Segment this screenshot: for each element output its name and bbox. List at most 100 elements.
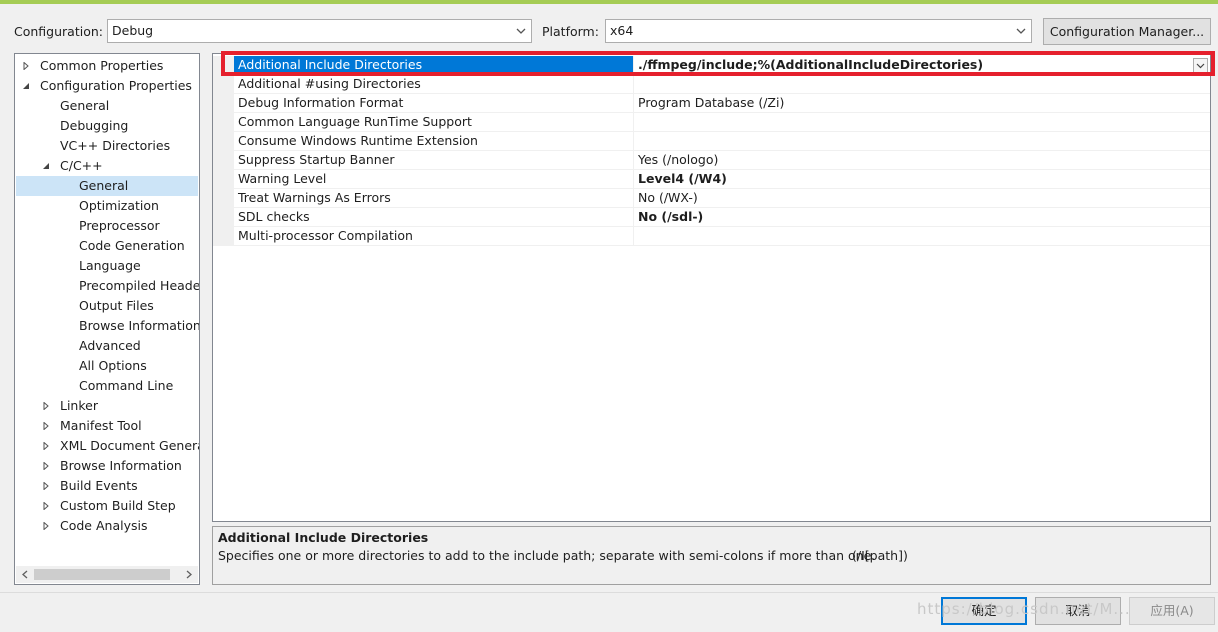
tree-item[interactable]: Debugging — [16, 116, 198, 136]
tree-item-label: XML Document Generat — [60, 438, 200, 453]
scroll-right-icon[interactable] — [185, 570, 193, 579]
tree-item[interactable]: VC++ Directories — [16, 136, 198, 156]
tree-item-label: Language — [79, 258, 141, 273]
expand-triangle-icon[interactable] — [42, 522, 50, 530]
tree-item-label: Browse Information — [60, 458, 182, 473]
tree-item-label: VC++ Directories — [60, 138, 171, 153]
property-row[interactable]: Common Language RunTime Support — [213, 113, 1210, 132]
expand-triangle-icon[interactable] — [22, 62, 30, 70]
property-row[interactable]: Debug Information Format Program Database… — [213, 94, 1210, 113]
tree-item-label: General — [60, 98, 110, 113]
property-value[interactable]: Yes (/nologo) — [638, 151, 1198, 170]
property-row[interactable]: Additional #using Directories — [213, 75, 1210, 94]
tree-item[interactable]: General — [16, 176, 198, 196]
tree-item[interactable]: Advanced — [16, 336, 198, 356]
tree-horizontal-scrollbar[interactable] — [16, 566, 198, 583]
expand-triangle-icon[interactable] — [42, 402, 50, 410]
value-dropdown-button[interactable] — [1193, 58, 1208, 73]
configuration-combo[interactable]: Debug — [107, 19, 532, 43]
platform-value: x64 — [610, 23, 634, 38]
property-value[interactable]: Level4 (/W4) — [638, 170, 1198, 189]
row-gutter — [213, 75, 234, 94]
column-separator — [633, 113, 634, 132]
tree-item[interactable]: General — [16, 96, 198, 116]
column-separator — [633, 75, 634, 94]
row-gutter — [213, 189, 234, 208]
tree-item[interactable]: Custom Build Step — [16, 496, 198, 516]
tree-item[interactable]: Preprocessor — [16, 216, 198, 236]
tree-item[interactable]: All Options — [16, 356, 198, 376]
expand-triangle-icon[interactable] — [42, 462, 50, 470]
tree-item[interactable]: Configuration Properties — [16, 76, 198, 96]
row-gutter — [213, 56, 234, 75]
tree-item[interactable]: Linker — [16, 396, 198, 416]
tree-item[interactable]: Browse Information — [16, 316, 199, 336]
property-row[interactable]: Warning Level Level4 (/W4) — [213, 170, 1210, 189]
tree-item-label: Advanced — [79, 338, 141, 353]
watermark-text: https://blog.csdn.net/M... — [917, 600, 1131, 618]
row-gutter — [213, 227, 234, 246]
footer-divider — [0, 592, 1218, 593]
property-value[interactable]: Program Database (/Zi) — [638, 94, 1198, 113]
collapse-triangle-icon[interactable] — [42, 162, 50, 170]
row-gutter — [213, 208, 234, 227]
tree-item-label: Code Analysis — [60, 518, 148, 533]
property-row[interactable]: Multi-processor Compilation — [213, 227, 1210, 246]
property-value[interactable]: No (/sdl-) — [638, 208, 1198, 227]
apply-button[interactable]: 应用(A) — [1129, 597, 1215, 625]
property-name: Common Language RunTime Support — [238, 114, 472, 129]
tree-item[interactable]: XML Document Generat — [16, 436, 200, 456]
chevron-down-icon — [1196, 63, 1205, 69]
property-grid[interactable]: Additional Include Directories ./ffmpeg/i… — [212, 53, 1211, 522]
property-tree[interactable]: Common Properties Configuration Propertie… — [14, 53, 200, 585]
tree-item[interactable]: Command Line — [16, 376, 198, 396]
column-separator — [633, 56, 634, 75]
tree-item[interactable]: C/C++ — [16, 156, 198, 176]
tree-item[interactable]: Precompiled Header — [16, 276, 199, 296]
property-value[interactable] — [638, 113, 1198, 132]
scroll-left-icon[interactable] — [21, 570, 29, 579]
tree-item-label: Preprocessor — [79, 218, 160, 233]
property-value[interactable] — [638, 227, 1198, 246]
tree-item-label: Custom Build Step — [60, 498, 176, 513]
tree-item-label: All Options — [79, 358, 147, 373]
property-value[interactable]: No (/WX-) — [638, 189, 1198, 208]
row-gutter — [213, 170, 234, 189]
tree-item[interactable]: Build Events — [16, 476, 198, 496]
collapse-triangle-icon[interactable] — [22, 82, 30, 90]
property-row[interactable]: Suppress Startup Banner Yes (/nologo) — [213, 151, 1210, 170]
tree-item[interactable]: Code Analysis — [16, 516, 198, 536]
property-name: Additional Include Directories — [234, 56, 633, 75]
tree-item[interactable]: Manifest Tool — [16, 416, 198, 436]
property-row[interactable]: Treat Warnings As Errors No (/WX-) — [213, 189, 1210, 208]
property-name: Additional #using Directories — [238, 76, 421, 91]
expand-triangle-icon[interactable] — [42, 442, 50, 450]
tree-item-label: Configuration Properties — [40, 78, 192, 93]
property-row[interactable]: SDL checks No (/sdl-) — [213, 208, 1210, 227]
tree-item[interactable]: Browse Information — [16, 456, 198, 476]
tree-item-label: Build Events — [60, 478, 138, 493]
property-value[interactable] — [638, 132, 1198, 151]
property-name: SDL checks — [238, 209, 310, 224]
chevron-down-icon — [1016, 28, 1026, 34]
property-name: Warning Level — [238, 171, 327, 186]
configuration-label: Configuration: — [14, 24, 103, 39]
tree-item[interactable]: Language — [16, 256, 198, 276]
tree-item[interactable]: Optimization — [16, 196, 198, 216]
tree-item[interactable]: Common Properties — [16, 56, 198, 76]
tree-item[interactable]: Code Generation — [16, 236, 198, 256]
column-separator — [633, 94, 634, 113]
expand-triangle-icon[interactable] — [42, 482, 50, 490]
expand-triangle-icon[interactable] — [42, 422, 50, 430]
row-gutter — [213, 113, 234, 132]
configuration-manager-button[interactable]: Configuration Manager... — [1043, 18, 1211, 45]
platform-combo[interactable]: x64 — [605, 19, 1032, 43]
row-gutter — [213, 132, 234, 151]
property-value[interactable] — [638, 75, 1198, 94]
tree-item[interactable]: Output Files — [16, 296, 198, 316]
property-row[interactable]: Consume Windows Runtime Extension — [213, 132, 1210, 151]
scrollbar-thumb[interactable] — [34, 569, 170, 580]
property-row[interactable]: Additional Include Directories ./ffmpeg/i… — [213, 56, 1210, 75]
property-value[interactable]: ./ffmpeg/include;%(AdditionalIncludeDire… — [638, 56, 1198, 75]
expand-triangle-icon[interactable] — [42, 502, 50, 510]
